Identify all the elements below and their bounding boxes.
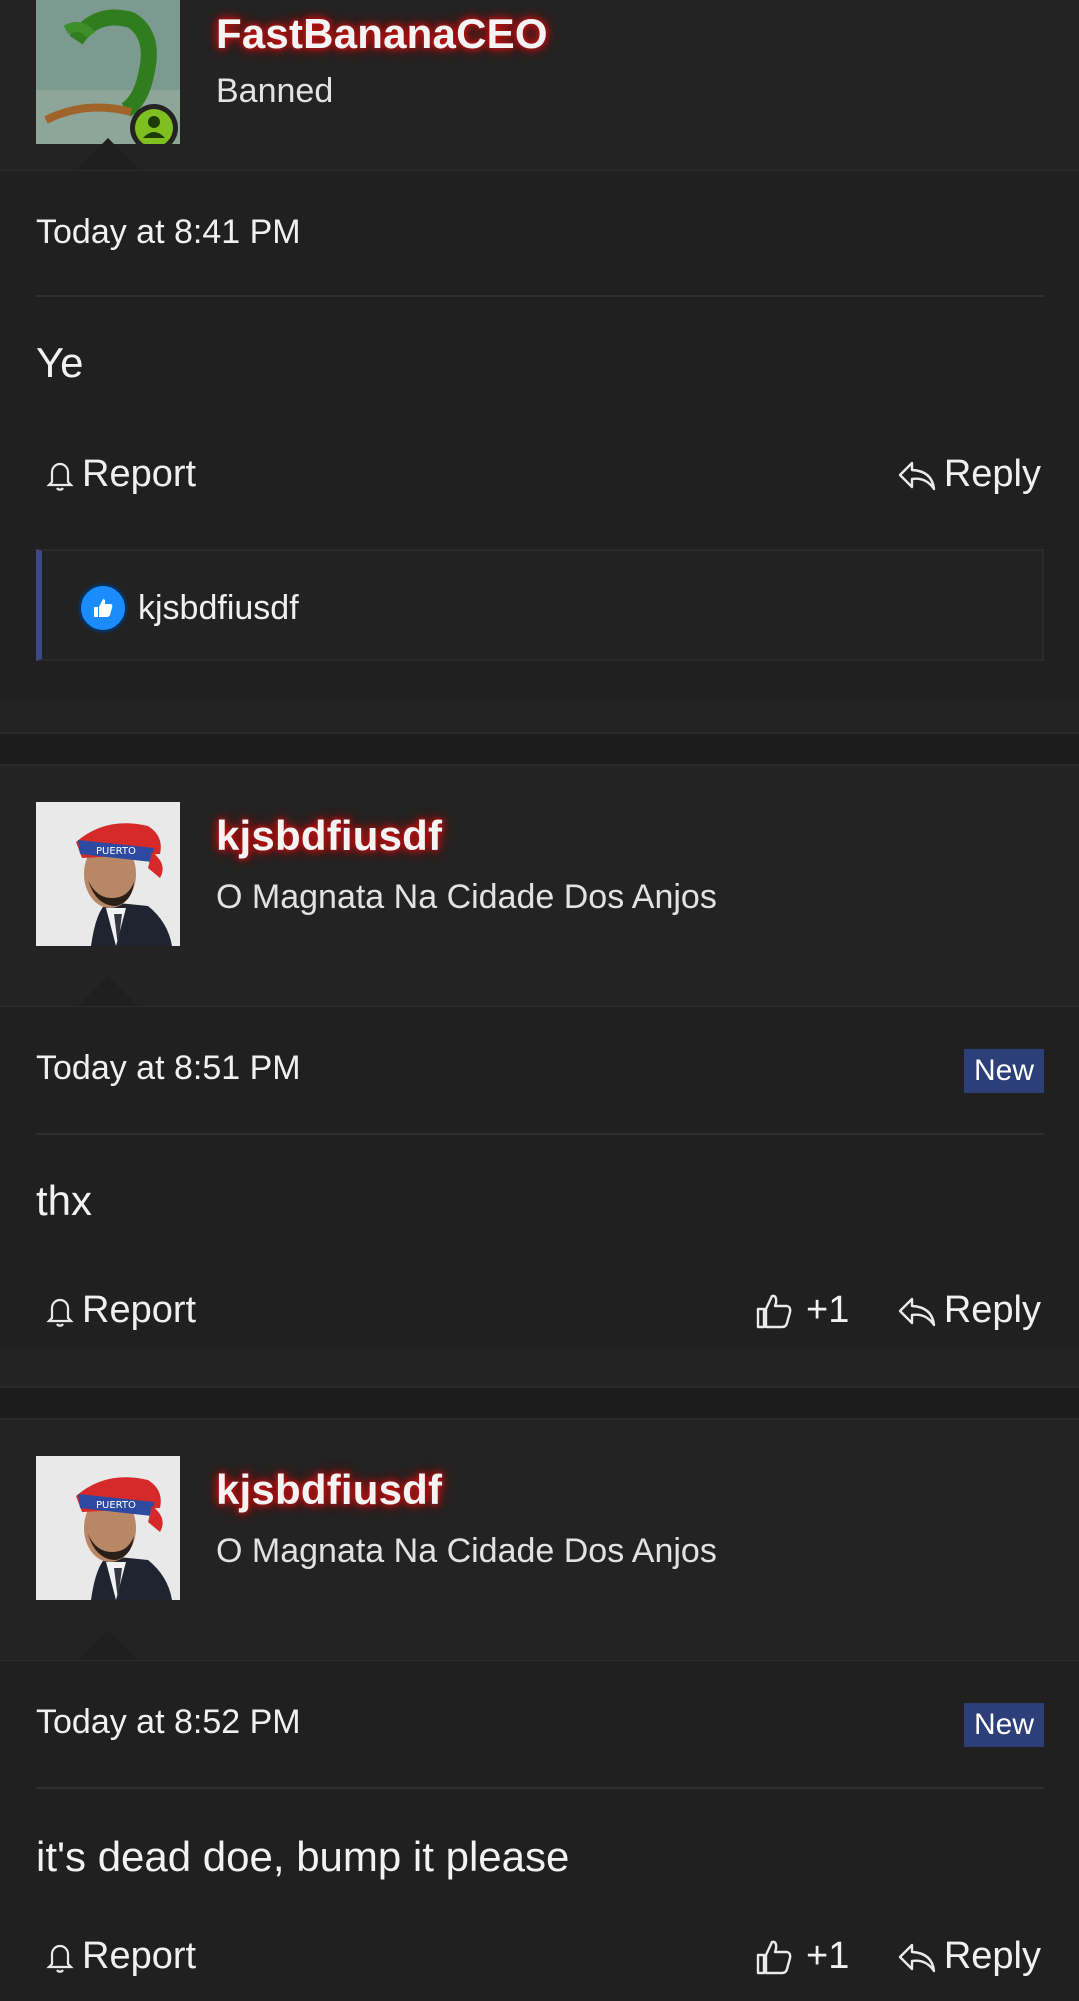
user-title: Banned [216, 72, 334, 110]
avatar[interactable]: PUERTO [36, 1456, 180, 1600]
report-button[interactable]: Report [44, 1289, 196, 1332]
svg-text:PUERTO: PUERTO [96, 1500, 136, 1511]
reply-label: Reply [943, 1935, 1041, 1977]
post-body: Today at 8:52 PM New it's dead doe, bump… [0, 1660, 1079, 2001]
reply-button[interactable]: Reply [896, 453, 1041, 496]
bell-icon [46, 1944, 74, 1973]
report-button[interactable]: Report [44, 1935, 196, 1978]
post-user-header: FastBananaCEO Banned [0, 0, 1079, 170]
username[interactable]: kjsbdfiusdf [216, 1466, 442, 1514]
report-label: Report [82, 453, 197, 495]
post-timestamp[interactable]: Today at 8:51 PM [36, 1049, 301, 1088]
like-count: +1 [806, 1289, 850, 1331]
reaction-summary[interactable]: kjsbdfiusdf [36, 549, 1044, 661]
reply-icon [898, 461, 936, 490]
post-pointer-arrow [76, 138, 140, 170]
svg-text:PUERTO: PUERTO [96, 846, 136, 857]
post-1: FastBananaCEO Banned Today at 8:41 PM Ye… [0, 0, 1079, 701]
reaction-list: kjsbdfiusdf [78, 583, 299, 633]
report-button[interactable]: Report [44, 453, 196, 496]
avatar[interactable]: PUERTO [36, 802, 180, 946]
username[interactable]: FastBananaCEO [216, 10, 548, 58]
post-message: Ye [36, 339, 84, 386]
post-3: PUERTO kjsbdfiusdf O Magnata Na Cidade D… [0, 1420, 1079, 2001]
avatar[interactable] [36, 0, 180, 144]
reply-button[interactable]: Reply [896, 1289, 1041, 1332]
thumbs-up-icon [756, 1294, 792, 1328]
user-title: O Magnata Na Cidade Dos Anjos [216, 1532, 717, 1570]
bell-icon [46, 462, 74, 491]
reply-label: Reply [943, 1289, 1041, 1331]
new-badge: New [963, 1049, 1044, 1093]
post-timestamp[interactable]: Today at 8:41 PM [36, 213, 301, 252]
user-title: O Magnata Na Cidade Dos Anjos [216, 878, 717, 916]
report-label: Report [82, 1289, 197, 1331]
post-separator [0, 1386, 1079, 1420]
like-button[interactable]: +1 [754, 1289, 849, 1332]
thumbs-up-icon [756, 1940, 792, 1974]
reply-label: Reply [943, 453, 1041, 495]
post-message: thx [36, 1177, 93, 1224]
reaction-user[interactable]: kjsbdfiusdf [138, 589, 299, 628]
divider [36, 1787, 1044, 1789]
username[interactable]: kjsbdfiusdf [216, 812, 442, 860]
like-icon [78, 583, 128, 633]
reply-icon [898, 1297, 936, 1326]
post-body: Today at 8:51 PM New thx Report +1 Reply [0, 1006, 1079, 1347]
like-button[interactable]: +1 [754, 1935, 849, 1978]
reply-button[interactable]: Reply [896, 1935, 1041, 1978]
post-message: it's dead doe, bump it please [36, 1833, 570, 1880]
post-pointer-arrow [76, 976, 140, 1008]
post-pointer-arrow [76, 1630, 140, 1662]
post-separator [0, 732, 1079, 766]
post-2: PUERTO kjsbdfiusdf O Magnata Na Cidade D… [0, 766, 1079, 1347]
reply-icon [898, 1943, 936, 1972]
post-body: Today at 8:41 PM Ye Report Reply kjsbdfi… [0, 170, 1079, 701]
like-count: +1 [806, 1935, 850, 1977]
post-timestamp[interactable]: Today at 8:52 PM [36, 1703, 301, 1742]
new-badge: New [963, 1703, 1044, 1747]
report-label: Report [82, 1935, 197, 1977]
post-user-header: PUERTO kjsbdfiusdf O Magnata Na Cidade D… [0, 1420, 1079, 1662]
bell-icon [46, 1298, 74, 1327]
divider [36, 1133, 1044, 1135]
post-user-header: PUERTO kjsbdfiusdf O Magnata Na Cidade D… [0, 766, 1079, 1008]
divider [36, 295, 1044, 297]
